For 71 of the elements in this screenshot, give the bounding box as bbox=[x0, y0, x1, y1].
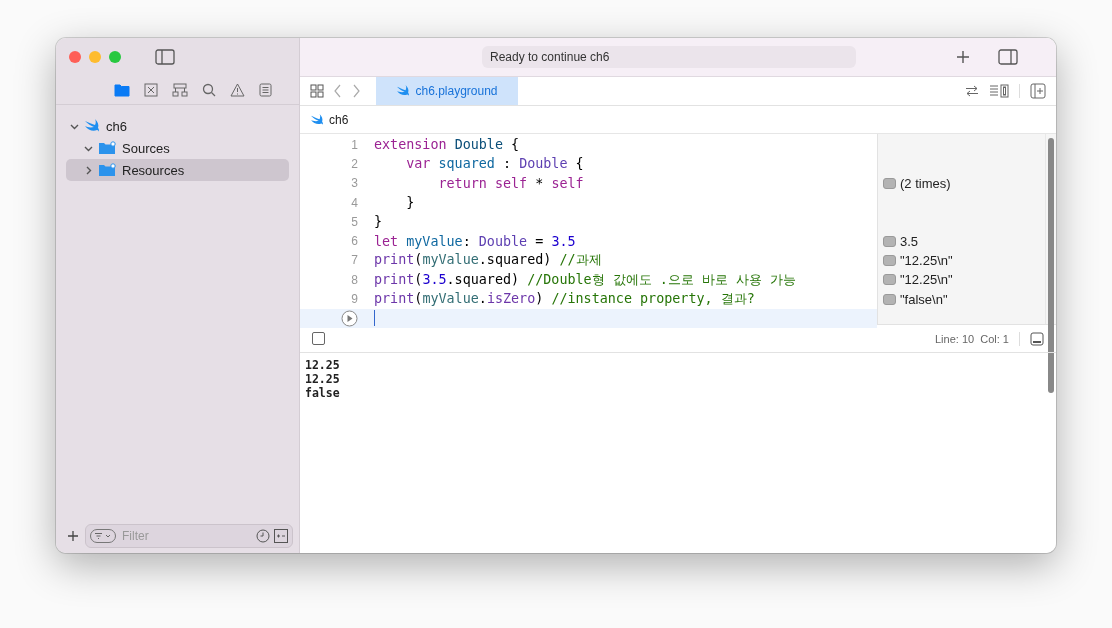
diff-icon[interactable] bbox=[274, 529, 288, 543]
add-icon[interactable] bbox=[67, 530, 79, 542]
breadcrumb-item[interactable]: ch6 bbox=[329, 112, 349, 127]
quick-look-icon[interactable] bbox=[883, 274, 896, 286]
console-toggle-checkbox[interactable] bbox=[312, 332, 325, 345]
result-value: "false\n" bbox=[900, 291, 948, 307]
minimap-icon[interactable] bbox=[989, 84, 1009, 98]
bird-icon bbox=[84, 119, 100, 133]
grid-icon[interactable] bbox=[310, 84, 324, 98]
cursor-position: Line: 10 Col: 1 bbox=[935, 332, 1009, 345]
line-number: 5 bbox=[351, 214, 358, 229]
forward-icon[interactable] bbox=[352, 84, 360, 98]
chevron-icon[interactable] bbox=[84, 165, 93, 175]
sidebar-toggle-icon[interactable] bbox=[155, 49, 175, 65]
folder-icon bbox=[98, 141, 116, 155]
warning-icon[interactable] bbox=[229, 83, 245, 97]
console-output-line: false bbox=[305, 386, 341, 400]
x-box-icon[interactable] bbox=[143, 83, 158, 97]
debug-area-icon[interactable] bbox=[1030, 331, 1044, 346]
folder-icon bbox=[98, 163, 116, 177]
code-line: var squared : Double { bbox=[405, 156, 584, 172]
quick-look-icon[interactable] bbox=[883, 177, 896, 189]
bird-icon bbox=[310, 113, 324, 126]
result-value: 3.5 bbox=[900, 233, 919, 249]
filter-bar[interactable]: Filter bbox=[85, 524, 293, 548]
code-line: return self * self bbox=[437, 175, 584, 191]
inspector-toggle-icon[interactable] bbox=[998, 49, 1018, 65]
folder-icon[interactable] bbox=[113, 83, 130, 97]
bird-icon bbox=[396, 85, 411, 97]
line-number: 7 bbox=[351, 253, 358, 268]
tree-item[interactable]: Sources bbox=[66, 137, 289, 159]
code-line: print(3.5.squared) //Double형 값에도 .으로 바로 사용 가능 bbox=[374, 270, 797, 289]
line-number: 2 bbox=[351, 156, 358, 171]
line-number: 4 bbox=[351, 195, 358, 210]
quick-look-icon[interactable] bbox=[883, 254, 896, 266]
text-cursor bbox=[374, 310, 375, 327]
line-number: 6 bbox=[351, 234, 358, 249]
close-button[interactable] bbox=[69, 51, 81, 63]
back-icon[interactable] bbox=[334, 84, 342, 98]
code-line: } bbox=[374, 214, 383, 230]
clock-icon[interactable] bbox=[256, 529, 270, 543]
quick-look-icon[interactable] bbox=[883, 293, 896, 305]
filter-field[interactable]: Filter bbox=[120, 528, 252, 544]
line-number: 3 bbox=[351, 176, 358, 191]
tree-item[interactable]: Resources bbox=[66, 159, 289, 181]
activity-status: Ready to continue ch6 bbox=[482, 46, 856, 68]
add-icon[interactable] bbox=[956, 50, 970, 64]
search-icon[interactable] bbox=[201, 83, 216, 97]
quick-look-icon[interactable] bbox=[883, 235, 896, 247]
swap-icon[interactable] bbox=[965, 84, 979, 98]
console-output-line: 12.25 bbox=[305, 358, 341, 372]
add-editor-icon[interactable] bbox=[1030, 83, 1046, 99]
line-number: 8 bbox=[351, 272, 358, 287]
filter-menu-icon[interactable] bbox=[90, 529, 116, 543]
run-icon[interactable] bbox=[341, 309, 358, 327]
console-output-line: 12.25 bbox=[305, 372, 341, 386]
line-number: 9 bbox=[351, 292, 358, 306]
editor-tab[interactable]: ch6.playground bbox=[376, 77, 518, 105]
result-value: "12.25\n" bbox=[900, 272, 953, 288]
code-line: let myValue: Double = 3.5 bbox=[374, 233, 576, 249]
hierarchy-icon[interactable] bbox=[171, 83, 188, 97]
line-number: 1 bbox=[351, 137, 358, 152]
tree-item[interactable]: ch6 bbox=[66, 115, 289, 137]
code-line: } bbox=[405, 195, 415, 211]
result-value: "12.25\n" bbox=[900, 252, 953, 268]
result-value: (2 times) bbox=[900, 175, 951, 191]
list-icon[interactable] bbox=[258, 83, 272, 97]
scrollbar-thumb[interactable] bbox=[1048, 138, 1054, 393]
code-line: print(myValue.squared) //과제 bbox=[374, 251, 602, 270]
code-line: print(myValue.isZero) //instance property, 결과? bbox=[374, 290, 755, 308]
code-line: extension Double { bbox=[374, 137, 520, 153]
